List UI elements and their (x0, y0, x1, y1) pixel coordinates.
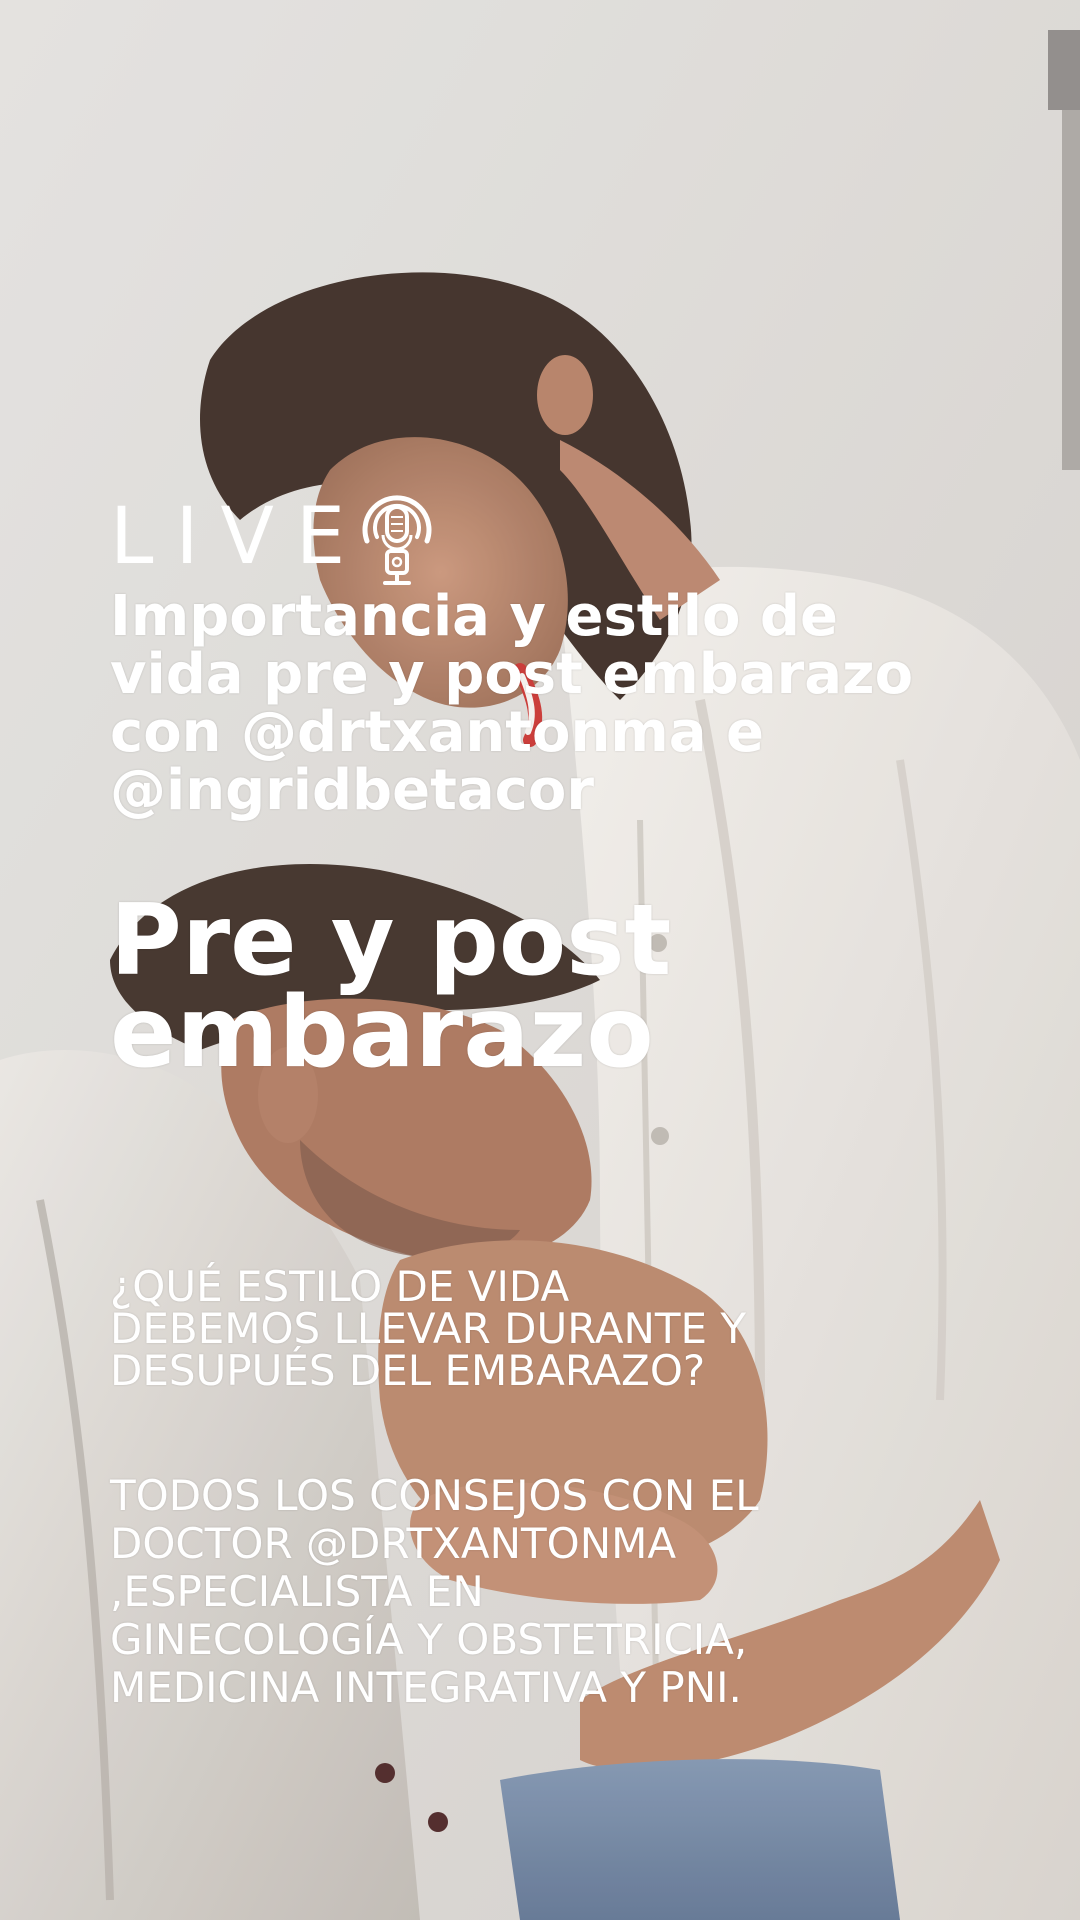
big-title: Pre y post embarazo (110, 884, 810, 1090)
headline-line: Importancia y estilo de (110, 584, 838, 649)
big-title-line: embarazo (110, 976, 654, 1090)
advice-text: TODOS LOS CONSEJOS CON EL DOCTOR @DRTXAN… (110, 1472, 990, 1712)
big-title-line: Pre y post (110, 884, 672, 998)
podcast-microphone-icon (362, 495, 432, 585)
live-label: LIVE (110, 492, 368, 582)
question-line: DEBEMOS LLEVAR DURANTE Y (110, 1304, 747, 1353)
advice-line: TODOS LOS CONSEJOS CON EL (110, 1471, 759, 1520)
advice-line: MEDICINA INTEGRATIVA Y PNI. (110, 1663, 742, 1712)
headline-line: vida pre y post embarazo (110, 642, 914, 707)
advice-line: DOCTOR @DRTXANTONMA (110, 1519, 677, 1568)
story-canvas: LIVE Importancia y estilo de vida pre y … (0, 0, 1080, 1920)
headline-line: @ingridbetacor (110, 758, 594, 823)
live-header: LIVE (110, 487, 441, 587)
question-text: ¿QUÉ ESTILO DE VIDA DEBEMOS LLEVAR DURAN… (110, 1266, 990, 1392)
question-line: DESUPUÉS DEL EMBARAZO? (110, 1346, 706, 1395)
advice-line: GINECOLOGÍA Y OBSTETRICIA, (110, 1615, 748, 1664)
headline: Importancia y estilo de vida pre y post … (110, 588, 1010, 820)
question-line: ¿QUÉ ESTILO DE VIDA (110, 1262, 570, 1311)
headline-line: con @drtxantonma e (110, 700, 765, 765)
advice-line: ,ESPECIALISTA EN (110, 1567, 484, 1616)
